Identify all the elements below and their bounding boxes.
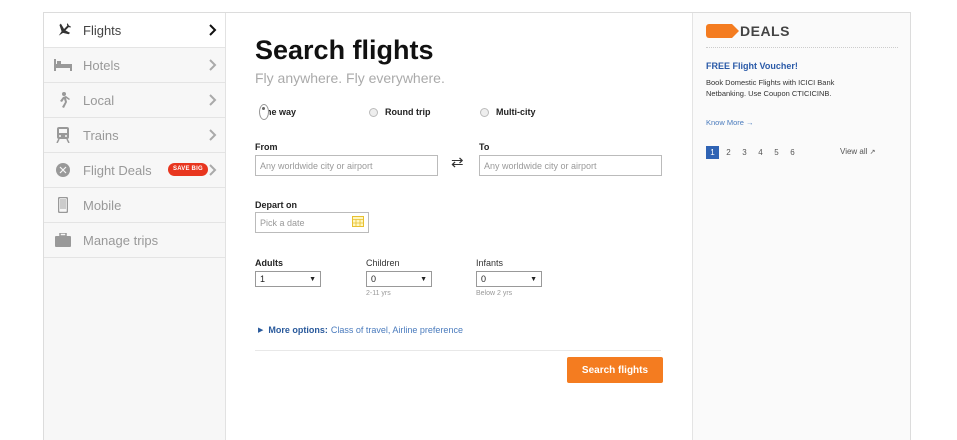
calendar-icon[interactable]: [352, 216, 364, 229]
deals-title: DEALS: [740, 23, 790, 39]
external-link-icon: ↗: [869, 149, 876, 156]
airplane-icon: [54, 21, 72, 39]
trip-type-one-way[interactable]: One way: [259, 104, 296, 120]
search-flights-button[interactable]: Search flights: [567, 357, 663, 383]
sidebar-item-label: Manage trips: [83, 232, 159, 248]
flight-search-form: Search flights Fly anywhere. Fly everywh…: [226, 13, 692, 440]
children-select[interactable]: 0 ▼: [366, 271, 432, 287]
sidebar-item-local[interactable]: Local: [44, 83, 225, 118]
sidebar-item-label: Hotels: [83, 57, 120, 73]
view-all-label: View all: [840, 147, 868, 156]
depart-date-placeholder: Pick a date: [260, 217, 305, 228]
train-icon: [54, 126, 72, 144]
deals-tag-icon: [706, 24, 739, 38]
sidebar-item-label: Trains: [83, 127, 119, 143]
infants-select[interactable]: 0 ▼: [476, 271, 542, 287]
to-label: To: [479, 142, 490, 152]
from-input[interactable]: Any worldwide city or airport: [255, 155, 438, 176]
from-label: From: [255, 142, 278, 152]
deal-title-link[interactable]: FREE Flight Voucher!: [706, 61, 798, 71]
sidebar-item-hotels[interactable]: Hotels: [44, 48, 225, 83]
sidebar: Flights Hotels Local Trains Flight Deals…: [44, 13, 226, 440]
trip-type-multi-city[interactable]: Multi-city: [480, 107, 536, 117]
deals-header: DEALS: [706, 23, 790, 39]
chevron-right-icon: [209, 128, 217, 146]
deals-panel: DEALS FREE Flight Voucher! Book Domestic…: [692, 13, 910, 440]
sidebar-item-label: Flight Deals: [83, 162, 152, 178]
page-3[interactable]: 3: [738, 146, 751, 159]
sidebar-item-flight-deals[interactable]: Flight Deals SAVE BIG: [44, 153, 225, 188]
view-all-link[interactable]: View all ↗: [840, 147, 876, 156]
sidebar-item-trains[interactable]: Trains: [44, 118, 225, 153]
chevron-right-icon: [209, 163, 217, 181]
page-frame: Flights Hotels Local Trains Flight Deals…: [43, 12, 911, 440]
children-label: Children: [366, 258, 400, 268]
depart-label: Depart on: [255, 200, 298, 210]
dropdown-arrow-icon: ▼: [530, 275, 537, 283]
trip-type-round-trip[interactable]: Round trip: [369, 107, 431, 117]
adults-value: 1: [260, 274, 266, 284]
depart-date-input[interactable]: Pick a date: [255, 212, 369, 233]
sidebar-item-label: Local: [83, 92, 115, 108]
infants-label: Infants: [476, 258, 504, 268]
page-1[interactable]: 1: [706, 146, 719, 159]
sidebar-item-label: Mobile: [83, 197, 122, 213]
swap-icon[interactable]: ⇄: [451, 153, 464, 171]
children-value: 0: [371, 274, 377, 284]
chevron-right-icon: [209, 23, 217, 41]
multi-city-radio[interactable]: [480, 107, 489, 117]
chevron-right-icon: [209, 58, 217, 76]
briefcase-icon: [54, 231, 72, 249]
adults-label: Adults: [255, 258, 283, 268]
mobile-phone-icon: [54, 196, 72, 214]
round-trip-radio[interactable]: [369, 107, 378, 117]
multi-city-label: Multi-city: [496, 107, 536, 117]
triangle-right-icon: ▶: [258, 327, 264, 334]
to-input[interactable]: Any worldwide city or airport: [479, 155, 662, 176]
page-4[interactable]: 4: [754, 146, 767, 159]
person-walking-icon: [54, 91, 72, 109]
page-subtitle: Fly anywhere. Fly everywhere.: [255, 70, 445, 86]
form-divider: [255, 350, 661, 351]
sidebar-item-manage-trips[interactable]: Manage trips: [44, 223, 225, 258]
more-options-label: More options:: [268, 325, 328, 335]
more-options-detail: Class of travel, Airline preference: [330, 325, 463, 335]
page-title: Search flights: [255, 35, 434, 65]
know-more-link[interactable]: Know More →: [706, 118, 754, 127]
adults-select[interactable]: 1 ▼: [255, 271, 321, 287]
page-5[interactable]: 5: [770, 146, 783, 159]
one-way-radio[interactable]: [259, 104, 269, 120]
deal-description: Book Domestic Flights with ICICI Bank Ne…: [706, 78, 835, 98]
more-options-link[interactable]: ▶ More options: Class of travel, Airline…: [258, 325, 463, 335]
children-hint: 2-11 yrs: [366, 290, 391, 297]
deals-pagination: 1 2 3 4 5 6: [706, 146, 802, 159]
sidebar-item-label: Flights: [83, 22, 122, 38]
infants-value: 0: [481, 274, 487, 284]
save-big-badge: SAVE BIG: [168, 163, 208, 176]
dropdown-arrow-icon: ▼: [420, 275, 427, 283]
sidebar-item-flights[interactable]: Flights: [44, 13, 225, 48]
dropdown-arrow-icon: ▼: [309, 275, 316, 283]
chevron-right-icon: [209, 93, 217, 111]
page-2[interactable]: 2: [722, 146, 735, 159]
bed-icon: [54, 56, 72, 74]
deals-divider: [706, 47, 898, 48]
page-6[interactable]: 6: [786, 146, 799, 159]
infants-hint: Below 2 yrs: [476, 290, 513, 297]
deal-tag-icon: [54, 161, 72, 179]
sidebar-item-mobile[interactable]: Mobile: [44, 188, 225, 223]
round-trip-label: Round trip: [385, 107, 431, 117]
